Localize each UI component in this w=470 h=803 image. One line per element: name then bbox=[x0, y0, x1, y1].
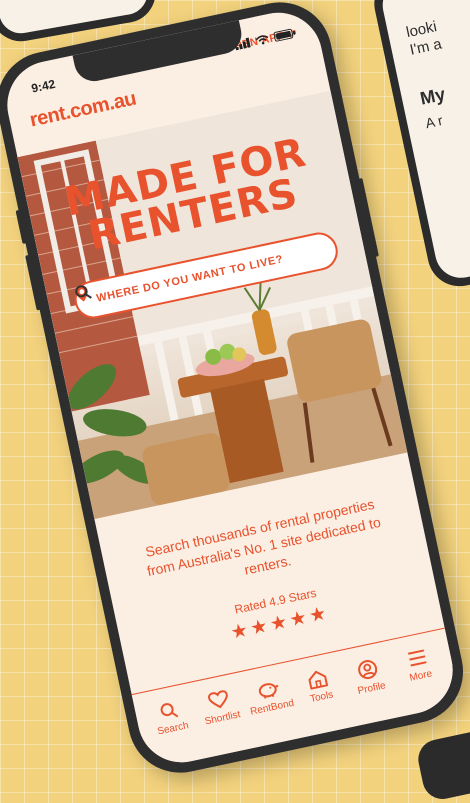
phone-screen: 9:42 rent.com.au OPEN APP ↗ MADE FOR REN… bbox=[0, 4, 461, 771]
menu-icon bbox=[407, 649, 427, 667]
neighbor-phone-bottom bbox=[414, 727, 470, 803]
heart-icon bbox=[208, 690, 228, 709]
neighbor-phone-screen: looki I'm a My A r bbox=[377, 0, 470, 283]
neighbor-phone-right: looki I'm a My A r bbox=[368, 0, 470, 293]
tab-rentbond[interactable]: RentBond bbox=[242, 676, 298, 719]
search-icon bbox=[160, 703, 179, 718]
tab-label: More bbox=[408, 668, 434, 684]
tab-tools[interactable]: Tools bbox=[291, 665, 347, 708]
home-icon bbox=[308, 670, 329, 690]
tab-shortlist[interactable]: Shortlist bbox=[192, 686, 248, 729]
tab-label: Tools bbox=[309, 689, 335, 706]
tab-label: RentBond bbox=[249, 697, 296, 718]
wifi-icon bbox=[255, 35, 269, 45]
tab-label: Profile bbox=[356, 680, 387, 697]
status-time: 9:42 bbox=[30, 76, 57, 96]
user-icon bbox=[358, 660, 378, 680]
battery-icon bbox=[273, 28, 296, 42]
tab-label: Shortlist bbox=[203, 709, 242, 728]
tab-more[interactable]: More bbox=[390, 644, 446, 687]
neighbor-heading: My bbox=[418, 83, 447, 109]
piggy-bank-icon bbox=[258, 683, 279, 699]
tab-search[interactable]: Search bbox=[143, 697, 199, 740]
tab-profile[interactable]: Profile bbox=[341, 654, 398, 699]
search-icon[interactable] bbox=[74, 283, 93, 302]
tab-label: Search bbox=[156, 720, 190, 738]
